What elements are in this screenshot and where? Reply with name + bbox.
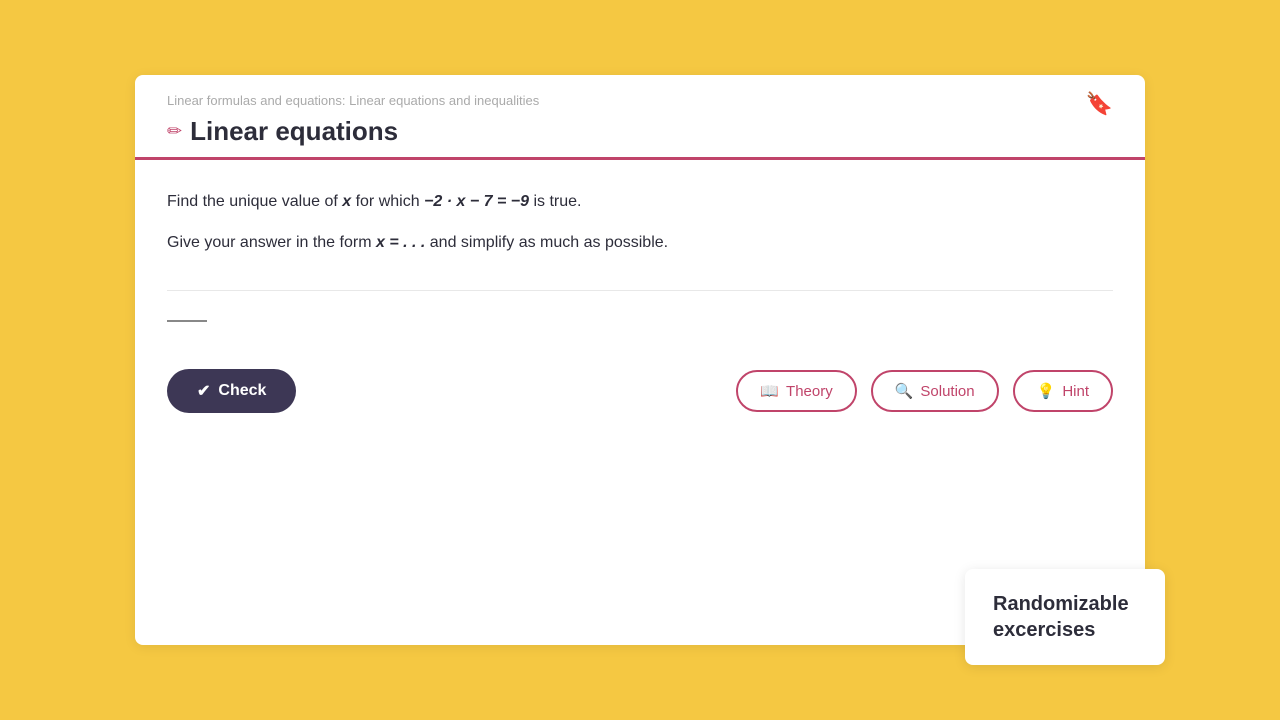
problem-line2: Give your answer in the form x = . . . a… [167, 229, 1113, 256]
answer-line [167, 320, 207, 322]
action-buttons: 📖 Theory 🔍 Solution 💡 Hint [736, 370, 1113, 412]
main-card: 🔖 Linear formulas and equations: Linear … [135, 75, 1145, 645]
title-row: ✏ Linear equations [135, 116, 1145, 157]
theory-icon: 📖 [760, 382, 779, 400]
check-button[interactable]: ✔ Check [167, 369, 296, 413]
hint-icon: 💡 [1037, 382, 1056, 400]
randomizable-card: Randomizable excercises [965, 569, 1165, 665]
breadcrumb: Linear formulas and equations: Linear eq… [135, 75, 1145, 116]
check-icon: ✔ [197, 381, 210, 401]
pencil-icon: ✏ [167, 121, 182, 142]
solution-button[interactable]: 🔍 Solution [871, 370, 999, 412]
theory-button[interactable]: 📖 Theory [736, 370, 856, 412]
randomizable-title: Randomizable excercises [993, 591, 1137, 643]
content-area: Find the unique value of x for which −2 … [135, 160, 1145, 290]
bookmark-icon[interactable]: 🔖 [1086, 91, 1113, 117]
problem-line1: Find the unique value of x for which −2 … [167, 188, 1113, 215]
page-title: Linear equations [190, 116, 398, 147]
actions-row: ✔ Check 📖 Theory 🔍 Solution 💡 Hint [135, 351, 1145, 437]
hint-button[interactable]: 💡 Hint [1013, 370, 1113, 412]
answer-area [135, 291, 1145, 351]
solution-icon: 🔍 [895, 382, 914, 400]
